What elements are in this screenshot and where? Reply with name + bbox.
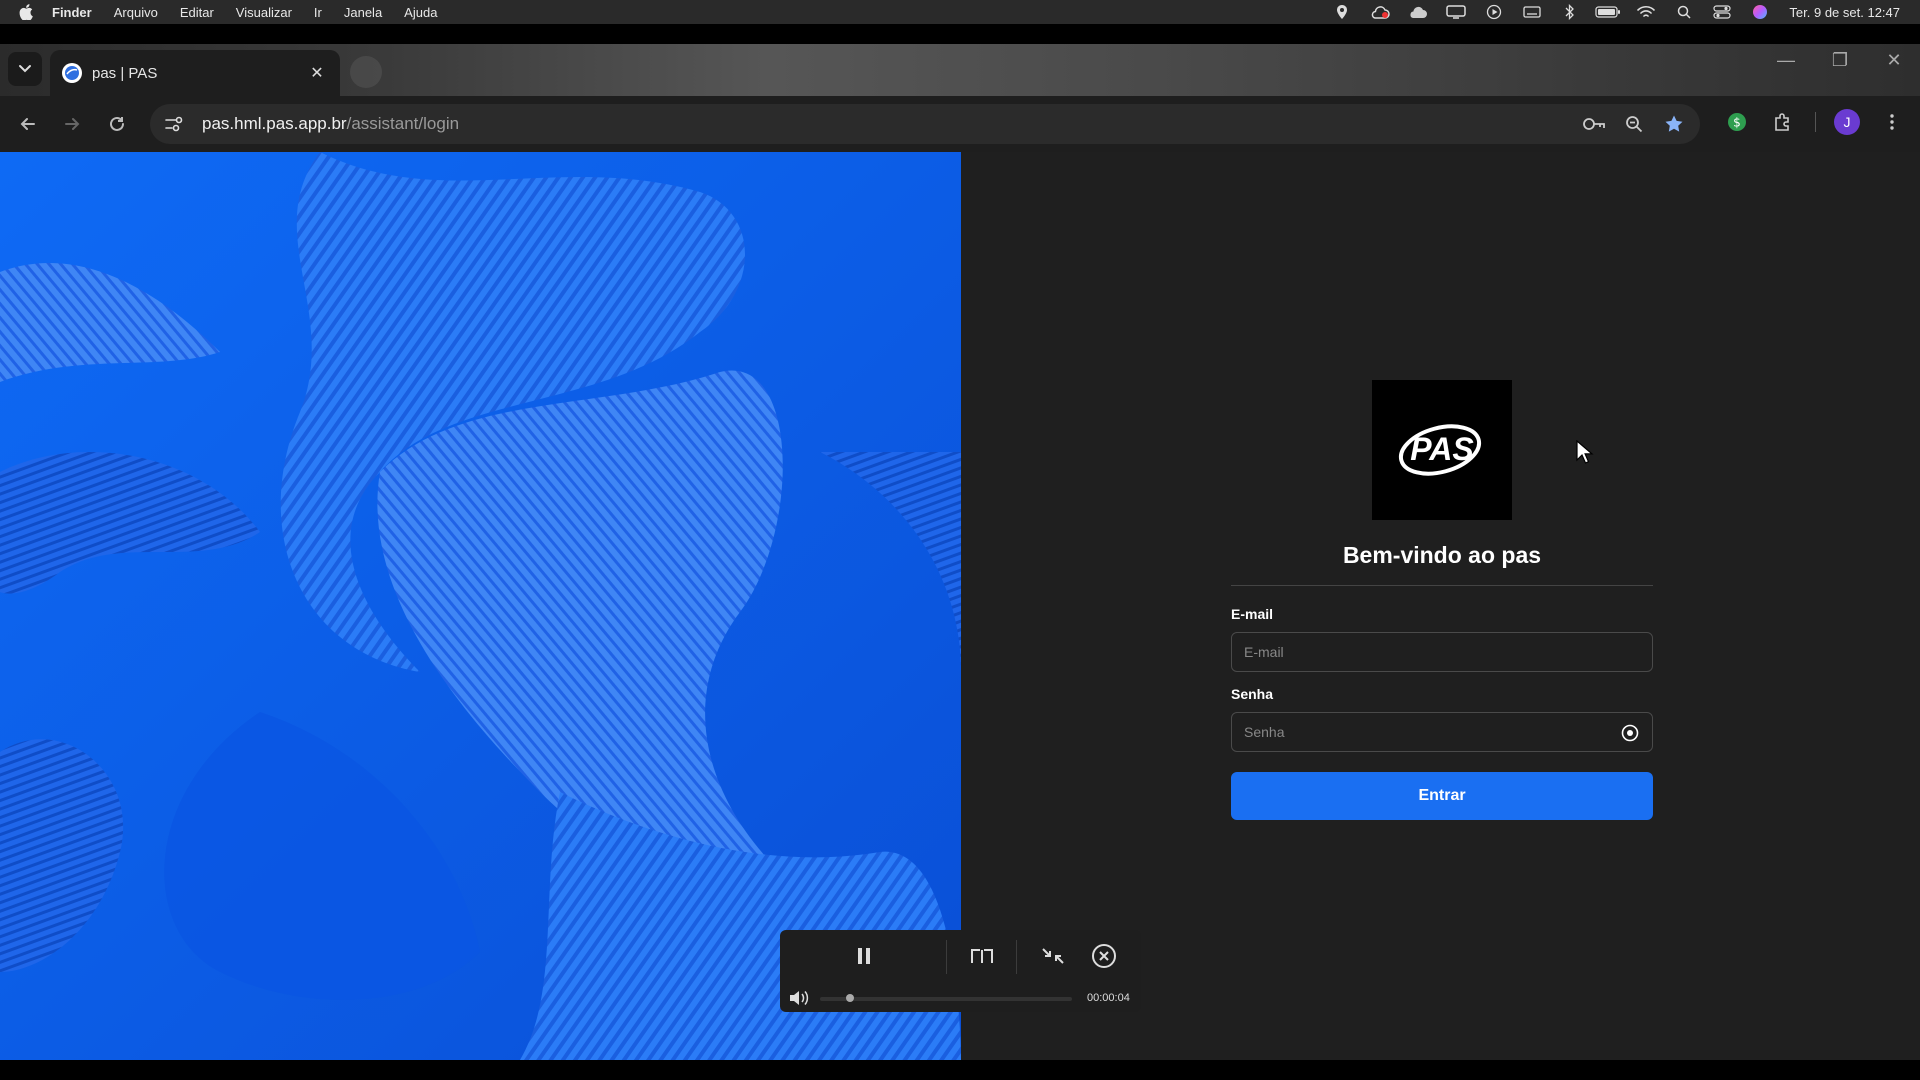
play-icon[interactable] [1475,0,1513,24]
battery-icon[interactable] [1589,0,1627,24]
menu-app-name[interactable]: Finder [52,5,92,20]
macos-menubar: Finder Arquivo Editar Visualizar Ir Jane… [0,0,1920,24]
menu-ajuda[interactable]: Ajuda [404,5,437,20]
search-icon[interactable] [1665,0,1703,24]
minimize-arrows-icon[interactable] [1039,942,1067,970]
playback-progress-track[interactable] [820,997,1072,1001]
url-text: pas.hml.pas.app.br/assistant/login [202,114,459,134]
chevron-down-icon [19,65,31,73]
bluetooth-icon[interactable] [1551,0,1589,24]
tab-title: pas | PAS [92,64,158,82]
cloud-icon[interactable] [1399,0,1437,24]
reload-icon[interactable] [103,110,131,138]
window-controls: — ❐ ✕ [1772,50,1908,71]
forward-icon[interactable] [58,110,86,138]
window-close-icon[interactable]: ✕ [1880,50,1908,71]
hero-background-image [0,152,961,1060]
password-placeholder: Senha [1244,724,1285,740]
toolbar-separator [1815,112,1816,132]
email-placeholder: E-mail [1244,644,1284,660]
heading-divider [1231,585,1653,586]
apple-icon[interactable] [0,4,52,20]
menu-editar[interactable]: Editar [180,5,214,20]
browser-tab-strip: pas | PAS ✕ — ❐ ✕ [0,44,1920,96]
extensions-puzzle-icon[interactable] [1769,108,1797,136]
browser-tab-active[interactable]: pas | PAS ✕ [50,50,340,96]
profile-avatar[interactable]: J [1834,109,1860,135]
controls-separator [1016,940,1017,974]
volume-icon[interactable] [788,990,810,1006]
recording-controls: 00:00:04 [780,930,1141,1012]
restore-icon[interactable]: ❐ [1826,50,1854,71]
welcome-heading: Bem-vindo ao pas [1342,542,1542,568]
display-icon[interactable] [1437,0,1475,24]
logo-text: PAS [1410,431,1474,467]
location-icon[interactable] [1323,0,1361,24]
menubar-clock[interactable]: Ter. 9 de set. 12:47 [1789,5,1900,20]
menubar-tray: Ter. 9 de set. 12:47 [1323,0,1900,24]
menu-ir[interactable]: Ir [314,5,322,20]
menu-janela[interactable]: Janela [344,5,382,20]
site-settings-icon[interactable] [154,116,194,132]
show-password-eye-icon[interactable] [1620,723,1640,743]
url-path: /assistant/login [346,114,460,133]
extension-dollar-icon[interactable]: $ [1723,108,1751,136]
email-field[interactable]: E-mail [1231,632,1653,672]
password-key-icon[interactable] [1582,112,1606,136]
svg-text:$: $ [1733,116,1741,130]
pas-favicon-icon [62,63,82,83]
pause-icon[interactable] [850,942,878,970]
password-field[interactable]: Senha [1231,712,1653,752]
keyboard-icon[interactable] [1513,0,1551,24]
wifi-icon[interactable] [1627,0,1665,24]
screen-bottom-bar [0,1060,1920,1080]
password-label: Senha [1231,686,1274,702]
back-icon[interactable] [14,110,42,138]
minimize-icon[interactable]: — [1772,50,1800,71]
recording-time: 00:00:04 [1087,992,1130,1004]
siri-icon[interactable] [1741,0,1779,24]
address-bar[interactable]: pas.hml.pas.app.br/assistant/login [150,104,1700,144]
zoom-icon[interactable] [1622,112,1646,136]
login-panel: PAS Bem-vindo ao pas E-mail E-mail Senha… [961,152,1920,1060]
more-menu-icon[interactable] [1878,108,1906,136]
tab-close-icon[interactable]: ✕ [306,62,328,84]
login-page: PAS Bem-vindo ao pas E-mail E-mail Senha… [0,152,1920,1060]
bookmark-star-icon[interactable] [1662,112,1686,136]
control-center-icon[interactable] [1703,0,1741,24]
omnibox-actions [1582,112,1686,136]
toolbar-actions: $ J [1723,108,1906,136]
controls-separator [946,940,947,974]
email-label: E-mail [1231,606,1274,622]
menu-arquivo[interactable]: Arquivo [114,5,158,20]
login-submit-button[interactable]: Entrar [1231,772,1653,820]
stop-recording-icon[interactable] [1090,942,1118,970]
browser-toolbar: pas.hml.pas.app.br/assistant/login $ J [0,96,1920,152]
menu-visualizar[interactable]: Visualizar [236,5,292,20]
url-host: pas.hml.pas.app.br [202,114,347,133]
tab-search-button[interactable] [8,52,42,86]
cloud-sync-icon[interactable] [1361,0,1399,24]
mouse-cursor-icon [1575,439,1595,466]
pas-logo: PAS [1372,380,1512,520]
split-view-icon[interactable] [968,942,996,970]
new-tab-button[interactable] [350,56,382,88]
